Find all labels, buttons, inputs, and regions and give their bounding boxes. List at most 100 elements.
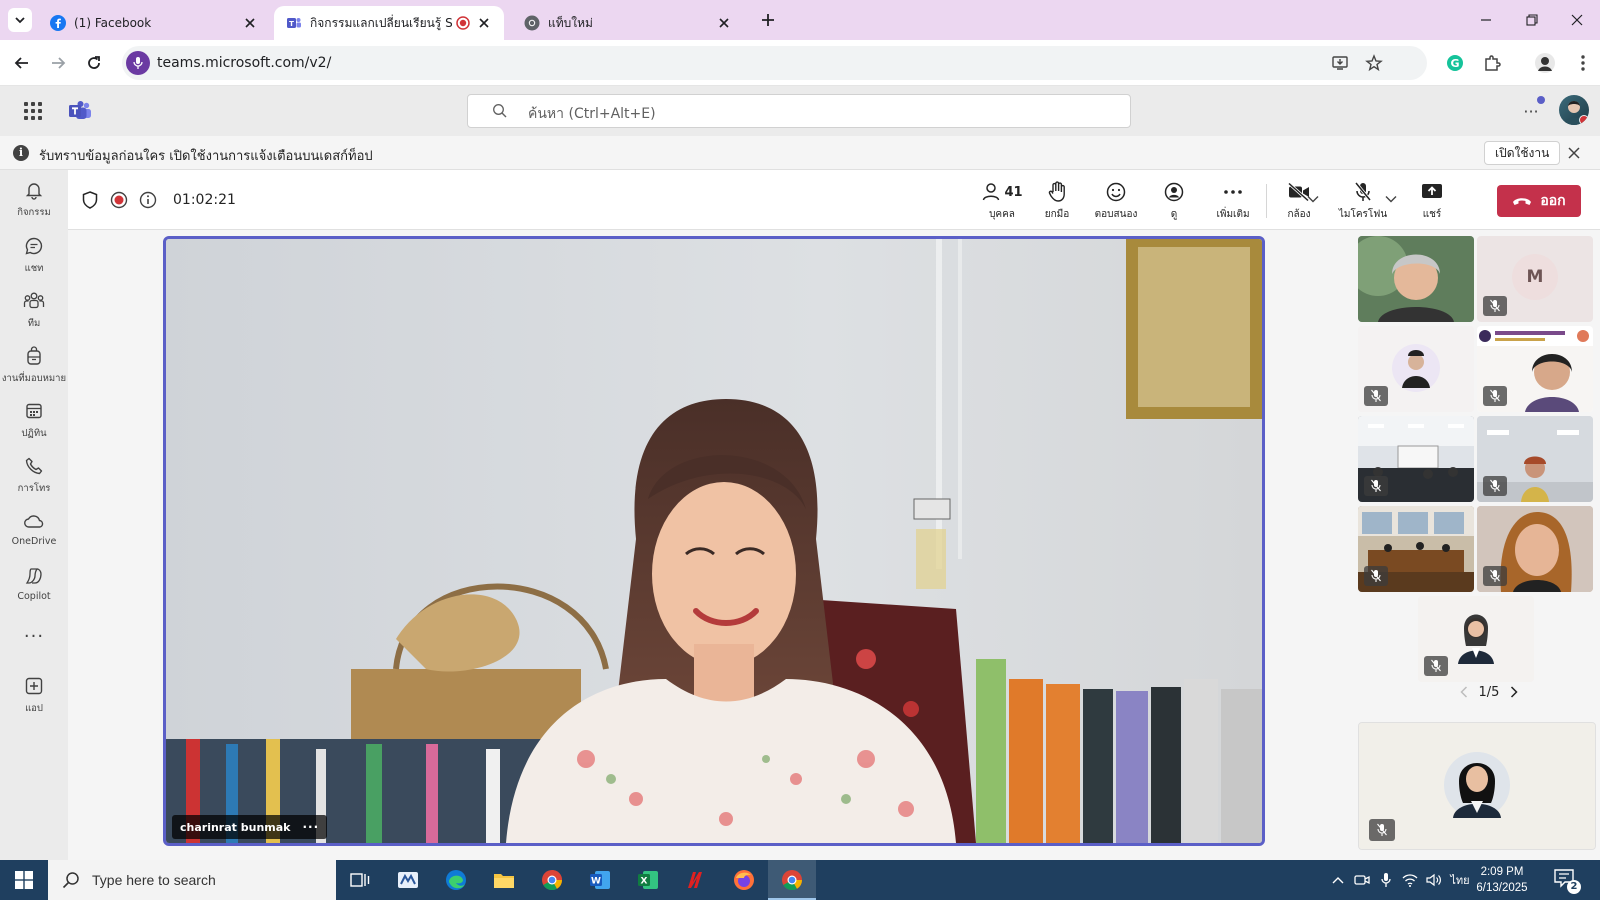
meeting-info-icon[interactable]: [139, 191, 157, 209]
camera-options-chevron-icon[interactable]: [1306, 192, 1320, 206]
excel-icon[interactable]: X: [624, 860, 672, 900]
camera-label: กล้อง: [1287, 209, 1311, 220]
start-button[interactable]: [0, 860, 48, 900]
mic-options-chevron-icon[interactable]: [1384, 192, 1398, 206]
participant-tile[interactable]: [1358, 326, 1474, 412]
volume-icon[interactable]: [1424, 860, 1444, 900]
new-tab-button[interactable]: [758, 10, 778, 30]
address-bar[interactable]: teams.microsoft.com/v2/: [122, 46, 1427, 80]
rail-item-teams[interactable]: ทีม: [0, 285, 68, 339]
tab-title: กิจกรรมแลกเปลี่ยนเรียนรู้ SAR: [310, 15, 452, 30]
react-button[interactable]: ตอบสนอง: [1085, 180, 1147, 224]
participant-tile[interactable]: [1358, 506, 1474, 592]
taskbar-clock[interactable]: 2:09 PM 6/13/2025: [1466, 864, 1538, 896]
chrome-active-icon[interactable]: [768, 860, 816, 900]
muted-mic-icon: [1483, 566, 1507, 586]
reload-button[interactable]: [81, 50, 107, 76]
toolbar-divider: [1266, 184, 1267, 218]
more-actions-button[interactable]: เพิ่มเติม: [1202, 180, 1264, 224]
muted-mic-icon: [1483, 296, 1507, 316]
browser-tab-facebook[interactable]: (1) Facebook: [38, 6, 270, 40]
windows-logo-icon: [15, 871, 33, 889]
install-app-icon[interactable]: [1330, 53, 1350, 73]
view-button[interactable]: ดู: [1147, 180, 1201, 224]
close-window-button[interactable]: [1565, 8, 1589, 32]
my-profile-avatar[interactable]: [1559, 95, 1589, 125]
browser-menu-icon[interactable]: [1572, 52, 1594, 74]
raise-hand-button[interactable]: ยกมือ: [1030, 180, 1084, 224]
browser-tab-newtab[interactable]: แท็บใหม่: [512, 6, 744, 40]
close-tab-icon[interactable]: [242, 15, 258, 31]
enable-notifications-button[interactable]: เปิดใช้งาน: [1484, 141, 1561, 165]
rail-item-onedrive[interactable]: OneDrive: [0, 505, 68, 559]
microphone-in-use-icon[interactable]: [1376, 860, 1396, 900]
participant-tile[interactable]: [1477, 326, 1593, 412]
teams-search-input[interactable]: ค้นหา (Ctrl+Alt+E): [467, 94, 1131, 128]
phone-icon: [22, 454, 46, 478]
n-app-icon[interactable]: [672, 860, 720, 900]
next-page-chevron-icon[interactable]: [1505, 683, 1523, 701]
back-button[interactable]: [9, 50, 35, 76]
firefox-icon[interactable]: [720, 860, 768, 900]
self-view-tile[interactable]: [1358, 722, 1596, 850]
restore-button[interactable]: [1520, 8, 1544, 32]
rail-item-activity[interactable]: กิจกรรม: [0, 174, 68, 228]
share-label: แชร์: [1422, 209, 1442, 220]
rail-item-chat[interactable]: แชท: [0, 230, 68, 284]
close-banner-button[interactable]: [1566, 145, 1582, 161]
chrome-icon[interactable]: [528, 860, 576, 900]
leave-meeting-button[interactable]: ออก: [1497, 185, 1581, 217]
arrow-left-icon: [14, 57, 28, 69]
rail-item-calls[interactable]: การโทร: [0, 450, 68, 504]
previous-page-chevron-icon[interactable]: [1455, 683, 1473, 701]
participant-tile[interactable]: [1358, 236, 1474, 322]
participant-count: 41: [1004, 184, 1023, 200]
word-icon[interactable]: W: [576, 860, 624, 900]
recording-indicator-icon[interactable]: [110, 191, 128, 209]
shield-icon[interactable]: [81, 191, 99, 209]
close-tab-icon[interactable]: [716, 15, 732, 31]
forward-button[interactable]: [45, 50, 71, 76]
participant-tile[interactable]: [1477, 506, 1593, 592]
main-speaker-video[interactable]: charinrat bunmak ···: [163, 236, 1265, 846]
chrome-icon: [524, 15, 540, 31]
rail-label: ปฏิทิน: [21, 428, 47, 439]
speaker-name: charinrat bunmak: [180, 820, 291, 834]
meeting-toolbar: 01:02:21 41 บุคคล ยกมือ ตอบสนอง ดู เพิ่ม…: [68, 170, 1600, 230]
participant-tile[interactable]: [1418, 596, 1534, 682]
participant-tile[interactable]: M: [1477, 236, 1593, 322]
app-launcher-icon[interactable]: [22, 100, 44, 122]
browser-tab-teams[interactable]: T กิจกรรมแลกเปลี่ยนเรียนรู้ SAR: [274, 6, 504, 40]
share-button[interactable]: แชร์: [1405, 180, 1459, 224]
rail-item-assignments[interactable]: งานที่มอบหมาย: [0, 340, 68, 394]
speaker-options-button[interactable]: ···: [302, 820, 319, 834]
edge-icon[interactable]: [432, 860, 480, 900]
profile-avatar-icon[interactable]: [1534, 52, 1556, 74]
browser-tab-strip: (1) Facebook T กิจกรรมแลกเปลี่ยนเรียนรู้…: [0, 0, 1600, 40]
people-button[interactable]: 41 บุคคล: [975, 180, 1029, 224]
grammarly-extension-icon[interactable]: G: [1444, 52, 1466, 74]
participant-tile[interactable]: [1477, 416, 1593, 502]
minimize-button[interactable]: [1474, 8, 1498, 32]
mail-app-icon[interactable]: [384, 860, 432, 900]
bell-icon: [22, 178, 46, 202]
participant-tile[interactable]: [1358, 416, 1474, 502]
close-tab-icon[interactable]: [476, 15, 492, 31]
microphone-permission-icon[interactable]: [126, 51, 150, 75]
taskbar-search-input[interactable]: Type here to search: [48, 860, 336, 900]
tab-title: แท็บใหม่: [548, 15, 593, 30]
wifi-icon[interactable]: [1400, 860, 1420, 900]
show-hidden-icons-chevron-icon[interactable]: [1328, 860, 1348, 900]
meet-now-icon[interactable]: [1352, 860, 1372, 900]
taskbar-search-placeholder: Type here to search: [92, 872, 216, 888]
action-center-button[interactable]: 2: [1553, 868, 1581, 894]
file-explorer-icon[interactable]: [480, 860, 528, 900]
rail-item-calendar[interactable]: ปฏิทิน: [0, 395, 68, 449]
rail-item-copilot[interactable]: Copilot: [0, 560, 68, 614]
tab-search-button[interactable]: [8, 8, 32, 32]
extensions-puzzle-icon[interactable]: [1481, 52, 1503, 74]
bookmark-star-icon[interactable]: [1364, 53, 1384, 73]
rail-item-apps[interactable]: แอป: [0, 670, 68, 724]
task-view-icon[interactable]: [336, 860, 384, 900]
more-apps-button[interactable]: ···: [22, 628, 46, 650]
